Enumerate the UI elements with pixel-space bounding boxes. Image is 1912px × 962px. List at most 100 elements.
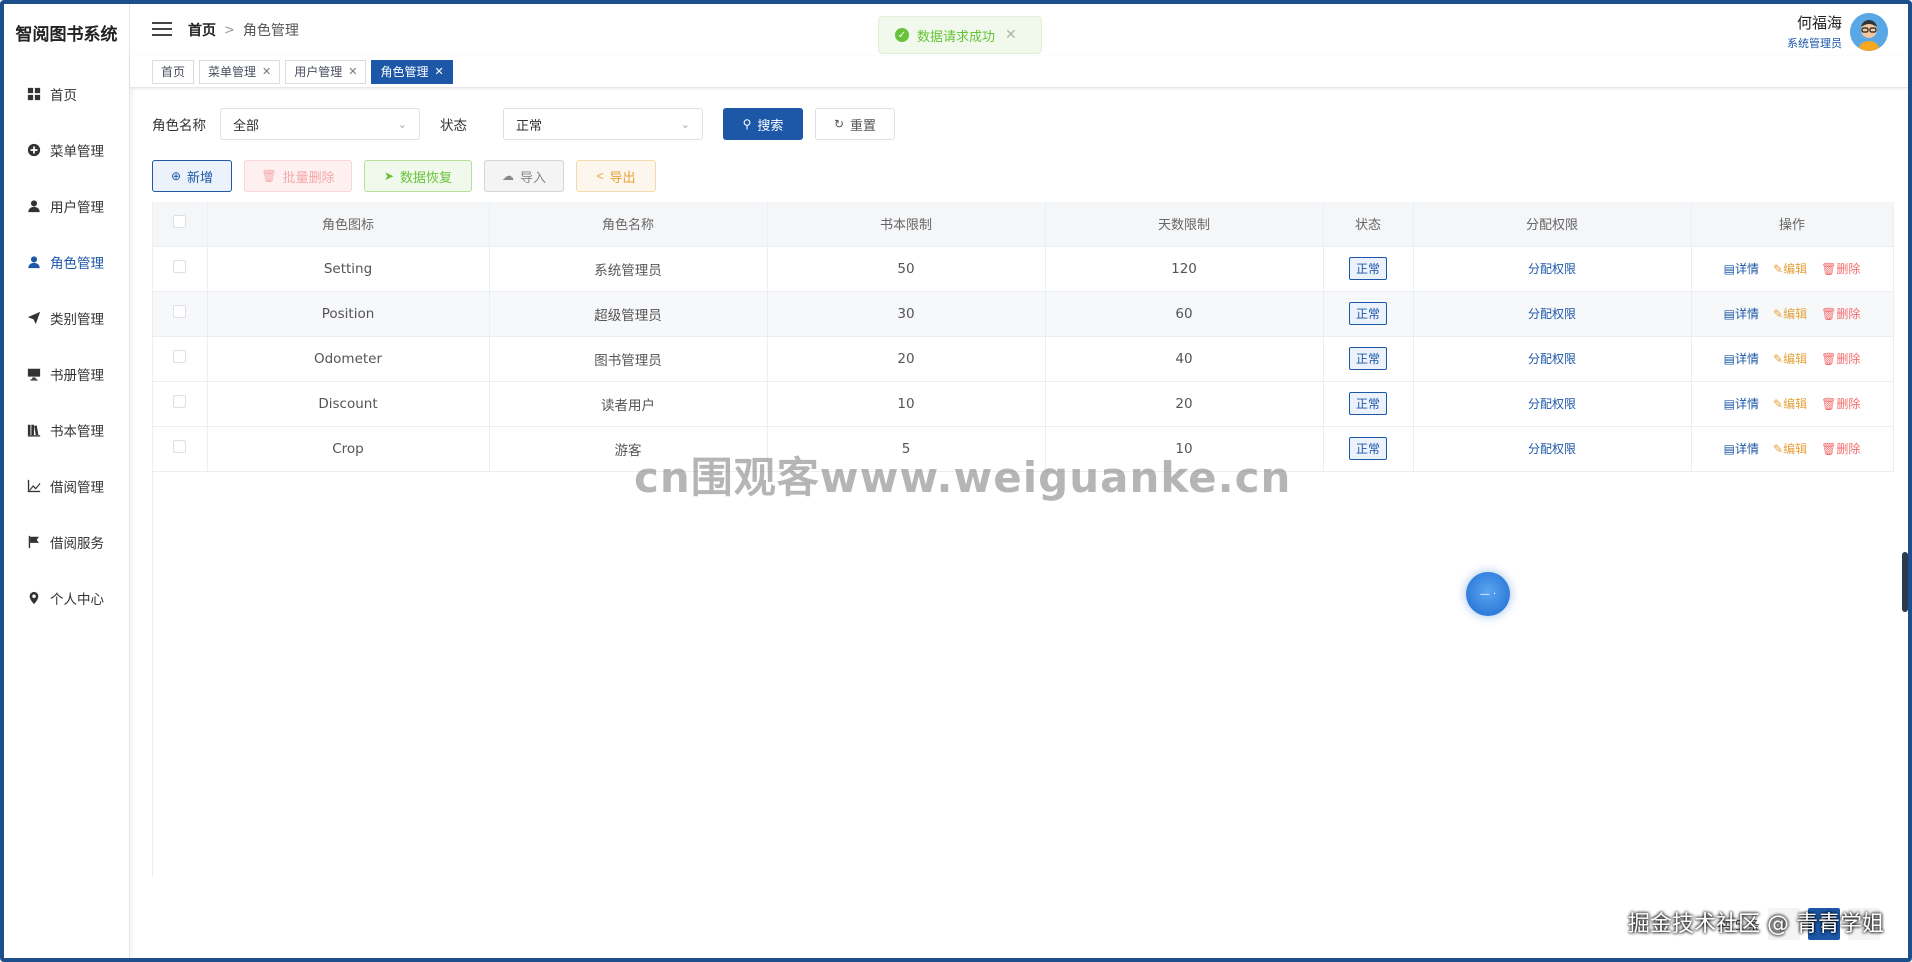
edit-label: 编辑 (1783, 352, 1808, 366)
user-panel[interactable]: 何福海 系统管理员 (1787, 12, 1888, 51)
close-icon[interactable]: ✕ (435, 65, 444, 78)
sidebar-item-menu[interactable]: 菜单管理 (4, 122, 129, 178)
export-button-label: 导出 (609, 169, 636, 185)
reset-button[interactable]: ↻ 重置 (815, 108, 895, 140)
detail-button[interactable]: ▤详情 (1724, 440, 1759, 457)
column-header: 角色名称 (489, 202, 768, 247)
row-checkbox[interactable] (173, 440, 187, 453)
user-name: 何福海 (1796, 14, 1842, 32)
edit-button[interactable]: ✎编辑 (1773, 440, 1807, 457)
edit-button[interactable]: ✎编辑 (1773, 395, 1807, 412)
sidebar-item-label: 角色管理 (50, 256, 104, 272)
breadcrumb: 首页 > 角色管理 (188, 20, 299, 40)
menu-toggle-icon[interactable] (152, 22, 172, 38)
detail-button[interactable]: ▤详情 (1724, 350, 1759, 367)
row-checkbox[interactable] (173, 395, 187, 408)
trash-icon: 🗑 (1821, 352, 1837, 366)
close-icon[interactable]: ✕ (348, 65, 357, 78)
select-all-checkbox[interactable] (173, 215, 187, 229)
close-icon[interactable]: ✕ (1005, 27, 1017, 43)
tab-label: 首页 (161, 65, 186, 79)
sidebar-item-categories[interactable]: 类别管理 (4, 290, 129, 346)
edit-button[interactable]: ✎编辑 (1773, 350, 1807, 367)
trash-icon: 🗑 (1821, 262, 1837, 276)
import-button-label: 导入 (519, 169, 546, 185)
add-button[interactable]: ⊕ 新增 (152, 160, 232, 192)
delete-button[interactable]: 🗑删除 (1821, 350, 1860, 367)
sidebar-item-service[interactable]: 借阅服务 (4, 514, 129, 570)
status-badge: 正常 (1348, 347, 1387, 370)
assign-permission-link[interactable]: 分配权限 (1528, 262, 1576, 276)
sidebar-item-profile[interactable]: 个人中心 (4, 570, 129, 626)
batch-delete-button[interactable]: 🗑 批量删除 (244, 160, 352, 192)
chevron-right-icon: > (224, 22, 235, 38)
import-button[interactable]: ☁ 导入 (484, 160, 564, 192)
row-checkbox[interactable] (173, 350, 187, 363)
edit-icon: ✎ (1773, 352, 1784, 366)
check-circle-icon: ✓ (895, 28, 909, 42)
sidebar-item-roles[interactable]: 角色管理 (4, 234, 129, 290)
cell-role-icon: Position (207, 291, 490, 337)
breadcrumb-home[interactable]: 首页 (188, 20, 216, 40)
tab-menu[interactable]: 菜单管理 ✕ (199, 59, 281, 84)
search-button[interactable]: ⚲ 搜索 (723, 108, 803, 140)
status-badge: 正常 (1348, 257, 1387, 280)
restore-button[interactable]: ➤ 数据恢复 (364, 160, 472, 192)
user-icon (26, 198, 42, 214)
delete-button[interactable]: 🗑删除 (1821, 260, 1860, 277)
floating-assistant-button[interactable]: — · (1466, 572, 1510, 616)
detail-button[interactable]: ▤详情 (1724, 260, 1759, 277)
cell-role-icon: Setting (207, 246, 490, 292)
tab-label: 角色管理 (380, 65, 429, 79)
status-badge: 正常 (1348, 302, 1387, 325)
cell-role-icon: Crop (207, 426, 490, 472)
close-icon[interactable]: ✕ (262, 65, 271, 78)
sidebar-item-volumes[interactable]: 书册管理 (4, 346, 129, 402)
delete-button[interactable]: 🗑删除 (1821, 440, 1860, 457)
delete-button[interactable]: 🗑删除 (1821, 395, 1860, 412)
send-icon (26, 310, 42, 326)
cell-role-icon: Odometer (207, 336, 490, 382)
top-header: 首页 > 角色管理 ✓ 数据请求成功 ✕ 何福海 系统管理员 (130, 4, 1908, 56)
tab-users[interactable]: 用户管理 ✕ (285, 59, 367, 84)
row-checkbox[interactable] (173, 305, 187, 318)
sidebar-item-home[interactable]: 首页 (4, 66, 129, 122)
sidebar-item-users[interactable]: 用户管理 (4, 178, 129, 234)
tab-roles[interactable]: 角色管理 ✕ (371, 59, 453, 84)
table-row: Odometer 图书管理员 20 40 正常 分配权限 ▤详情 ✎编辑 🗑删除 (153, 336, 1894, 382)
document-icon: ▤ (1723, 262, 1735, 276)
sidebar-item-borrow[interactable]: 借阅管理 (4, 458, 129, 514)
table-row: Setting 系统管理员 50 120 正常 分配权限 ▤详情 ✎编辑 🗑删除 (153, 246, 1894, 292)
sidebar-item-books[interactable]: 书本管理 (4, 402, 129, 458)
role-name-select[interactable]: 全部 ⌄ (220, 108, 420, 140)
sidebar-item-label: 借阅服务 (50, 536, 104, 552)
user-icon (26, 254, 42, 270)
detail-button[interactable]: ▤详情 (1724, 395, 1759, 412)
sidebar-item-label: 书册管理 (50, 368, 104, 384)
edit-button[interactable]: ✎编辑 (1773, 260, 1807, 277)
tab-home[interactable]: 首页 (152, 59, 195, 84)
assign-permission-link[interactable]: 分配权限 (1528, 352, 1576, 366)
assign-permission-link[interactable]: 分配权限 (1528, 307, 1576, 321)
scrollbar-thumb[interactable] (1902, 552, 1908, 612)
cell-book-limit: 10 (767, 381, 1046, 427)
search-button-label: 搜索 (757, 117, 784, 133)
table-header-row: 角色图标 角色名称 书本限制 天数限制 状态 分配权限 操作 (153, 202, 1894, 247)
trash-icon: 🗑 (1821, 307, 1837, 321)
reset-button-label: 重置 (850, 117, 877, 133)
avatar[interactable] (1850, 12, 1888, 51)
role-name-label: 角色名称 (152, 118, 206, 134)
sidebar-item-label: 首页 (50, 88, 77, 104)
detail-button[interactable]: ▤详情 (1724, 305, 1759, 322)
edit-button[interactable]: ✎编辑 (1773, 305, 1807, 322)
cell-day-limit: 60 (1045, 291, 1324, 337)
assign-permission-link[interactable]: 分配权限 (1528, 442, 1576, 456)
delete-button[interactable]: 🗑删除 (1821, 305, 1860, 322)
export-button[interactable]: < 导出 (576, 160, 656, 192)
status-select[interactable]: 正常 ⌄ (503, 108, 703, 140)
table-row: Discount 读者用户 10 20 正常 分配权限 ▤详情 ✎编辑 🗑删除 (153, 381, 1894, 427)
row-checkbox[interactable] (173, 260, 187, 273)
assign-permission-link[interactable]: 分配权限 (1528, 397, 1576, 411)
edit-label: 编辑 (1783, 442, 1808, 456)
tags-bar: 首页 菜单管理 ✕ 用户管理 ✕ 角色管理 ✕ (130, 56, 1908, 88)
